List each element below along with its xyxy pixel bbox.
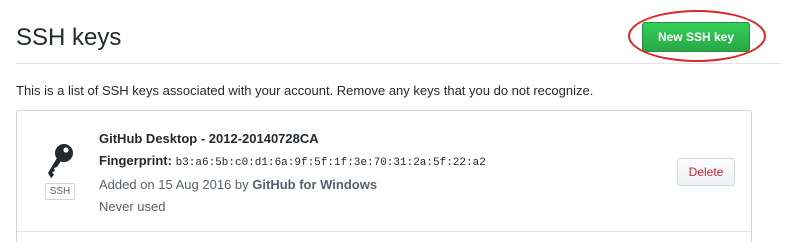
new-ssh-key-button[interactable]: New SSH key xyxy=(642,22,750,52)
ssh-key-item: SSH GitHub Desktop - 2012-20140728CA Fin… xyxy=(17,111,751,232)
ssh-keys-page: SSH keys New SSH key This is a list of S… xyxy=(0,0,797,242)
intro-text: This is a list of SSH keys associated wi… xyxy=(16,83,594,98)
key-icon xyxy=(48,144,73,178)
key-details: GitHub Desktop - 2012-20140728CA Fingerp… xyxy=(99,128,486,218)
fingerprint-line: Fingerprint: b3:a6:5b:c0:d1:6a:9f:5f:1f:… xyxy=(99,150,486,174)
fingerprint-value: b3:a6:5b:c0:d1:6a:9f:5f:1f:3e:70:31:2a:5… xyxy=(175,157,486,169)
key-icon-container: SSH xyxy=(43,143,77,203)
added-date-text: Added on 15 Aug 2016 by xyxy=(99,177,249,192)
added-by-app: GitHub for Windows xyxy=(252,177,378,192)
ssh-key-list: SSH GitHub Desktop - 2012-20140728CA Fin… xyxy=(16,110,752,242)
last-used-text: Never used xyxy=(99,199,166,214)
delete-key-button[interactable]: Delete xyxy=(677,158,735,186)
page-title: SSH keys xyxy=(16,24,122,51)
ssh-badge: SSH xyxy=(45,183,75,200)
key-title: GitHub Desktop - 2012-20140728CA xyxy=(99,131,319,146)
fingerprint-label: Fingerprint: xyxy=(99,153,172,168)
added-line: Added on 15 Aug 2016 by GitHub for Windo… xyxy=(99,174,486,196)
